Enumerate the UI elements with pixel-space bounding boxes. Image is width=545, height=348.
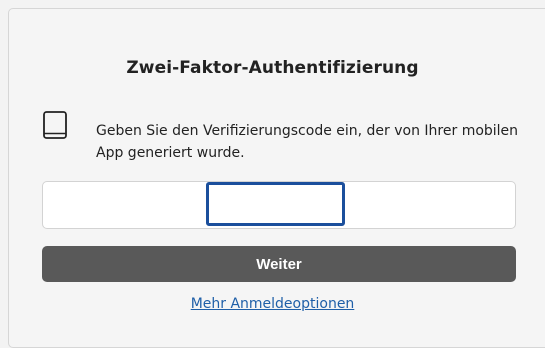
tablet-icon	[43, 111, 67, 139]
instruction-text: Geben Sie den Verifizierungscode ein, de…	[96, 123, 519, 161]
more-sign-in-options-link[interactable]: Mehr Anmeldeoptionen	[0, 296, 545, 312]
verification-code-input[interactable]	[206, 182, 345, 226]
dialog-title: Zwei-Faktor-Authentifizierung	[126, 58, 419, 78]
continue-button[interactable]: Weiter	[42, 246, 516, 282]
